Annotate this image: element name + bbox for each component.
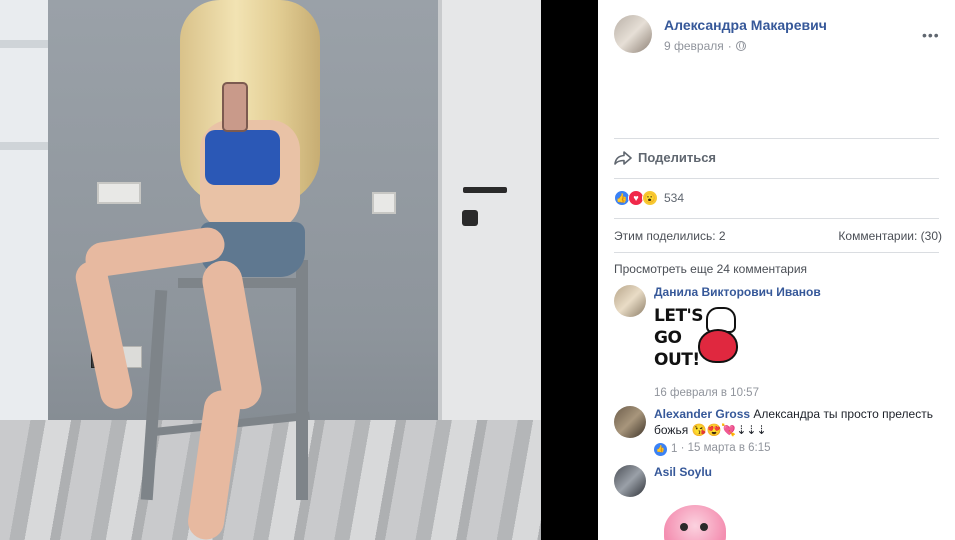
reactions-summary[interactable]: 👍 ♥ 😮 534: [614, 190, 684, 206]
heart-box-icon: [698, 329, 738, 363]
comments-count[interactable]: Комментарии: (30): [838, 229, 942, 243]
bird-eye: [680, 523, 688, 531]
marble-floor: [0, 420, 541, 540]
stool-leg: [296, 260, 308, 500]
comment-meta: 👍 1 · 15 марта в 6:15: [654, 442, 944, 456]
comment: Данила Викторович Иванов LET'S GO OUT! 1…: [614, 285, 944, 400]
reaction-count: 534: [664, 191, 685, 205]
commenter-name[interactable]: Alexander Gross: [654, 407, 750, 421]
comment-emoji: 😘😍💘⇣⇣⇣: [691, 423, 767, 437]
door-handle: [463, 187, 507, 193]
divider: [614, 252, 939, 253]
photo-viewer: Александра Макаревич 9 февраля · ••• Под…: [0, 0, 955, 540]
phone: [222, 82, 248, 132]
share-label: Поделиться: [638, 150, 717, 165]
comment-time[interactable]: 16 февраля в 10:57: [654, 387, 944, 399]
light-switch: [372, 192, 396, 214]
post-meta: 9 февраля ·: [664, 39, 746, 53]
author-name[interactable]: Александра Макаревич: [664, 17, 827, 33]
divider: [614, 218, 939, 219]
commenter-avatar[interactable]: [614, 406, 646, 438]
comment-time[interactable]: 15 марта в 6:15: [688, 442, 771, 454]
bird-eye: [700, 523, 708, 531]
divider: [614, 178, 939, 179]
figure-calf: [72, 258, 136, 412]
door: [438, 0, 541, 452]
pink-bird-sticker: [664, 505, 726, 540]
share-button[interactable]: Поделиться: [614, 150, 716, 165]
share-icon: [614, 150, 632, 165]
kitchen-cabinet: [0, 0, 48, 420]
sticker-text: LET'S GO OUT!: [654, 306, 704, 370]
meta-separator: ·: [727, 39, 732, 53]
commenter-avatar[interactable]: [614, 285, 646, 317]
photo-pane[interactable]: [0, 0, 598, 540]
like-reaction-icon: 👍: [654, 442, 667, 456]
light-switch: [97, 182, 141, 204]
comment: Alexander Gross Александра ты просто пре…: [614, 406, 944, 462]
comment-likes[interactable]: 👍 1: [654, 442, 678, 456]
post-sidebar: Александра Макаревич 9 февраля · ••• Под…: [598, 0, 955, 540]
comment: Asil Soylu: [614, 465, 944, 540]
commenter-name[interactable]: Asil Soylu: [654, 465, 944, 479]
author-avatar[interactable]: [614, 15, 652, 53]
shares-count[interactable]: Этим поделились: 2: [614, 229, 726, 243]
view-more-comments[interactable]: Просмотреть еще 24 комментария: [614, 262, 807, 276]
meta-separator: ·: [680, 442, 685, 454]
commenter-name[interactable]: Данила Викторович Иванов: [654, 285, 944, 299]
comment-like-count: 1: [671, 443, 678, 455]
post-photo: [0, 0, 541, 540]
globe-icon[interactable]: [735, 41, 746, 51]
wow-reaction-icon: 😮: [642, 190, 658, 206]
comment-text: Alexander Gross Александра ты просто пре…: [654, 406, 944, 438]
lets-go-out-sticker: LET'S GO OUT!: [654, 305, 750, 383]
divider: [614, 138, 939, 139]
ellipsis-icon[interactable]: •••: [922, 27, 940, 43]
post-date[interactable]: 9 февраля: [664, 39, 724, 53]
door-lock: [462, 210, 478, 226]
figure-top: [205, 130, 280, 185]
commenter-avatar[interactable]: [614, 465, 646, 497]
